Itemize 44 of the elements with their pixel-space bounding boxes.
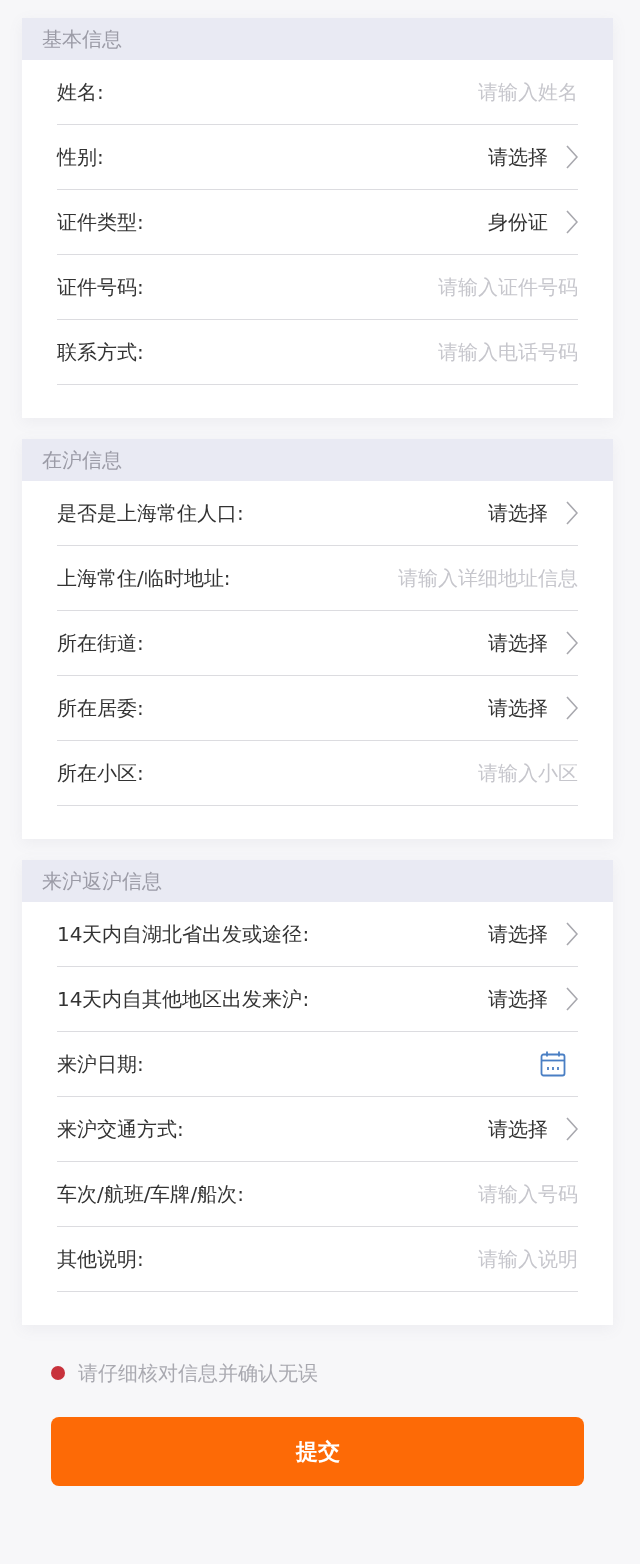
field-label: 联系方式: xyxy=(57,338,144,366)
text-input-field[interactable]: 请输入证件号码 xyxy=(159,275,578,299)
picker-field[interactable]: 请选择 xyxy=(488,985,578,1013)
section-header: 来沪返沪信息 xyxy=(22,860,613,902)
picker-field[interactable]: 请选择 xyxy=(488,143,578,171)
picker-field[interactable]: 请选择 xyxy=(488,920,578,948)
field-label: 证件类型: xyxy=(57,208,144,236)
field-label: 来沪交通方式: xyxy=(57,1115,184,1143)
chevron-right-icon xyxy=(566,631,578,655)
field-label: 所在小区: xyxy=(57,759,144,787)
picker-field[interactable]: 请选择 xyxy=(488,499,578,527)
text-input-field[interactable]: 请输入电话号码 xyxy=(159,340,578,364)
text-input-field[interactable]: 请输入姓名 xyxy=(119,80,578,104)
field-label: 性别: xyxy=(57,143,104,171)
chevron-right-icon xyxy=(566,922,578,946)
picker-field[interactable]: 请选择 xyxy=(488,1115,578,1143)
field-label: 其他说明: xyxy=(57,1245,144,1273)
section-header: 在沪信息 xyxy=(22,439,613,481)
chevron-right-icon xyxy=(566,987,578,1011)
text-input-field[interactable]: 请输入小区 xyxy=(159,761,578,785)
chevron-right-icon xyxy=(566,210,578,234)
field-label: 来沪日期: xyxy=(57,1050,144,1078)
field-label: 车次/航班/车牌/船次: xyxy=(57,1180,244,1208)
field-label: 所在街道: xyxy=(57,629,144,657)
field-label: 14天内自其他地区出发来沪: xyxy=(57,985,310,1013)
field-label: 姓名: xyxy=(57,78,104,106)
picker-field[interactable]: 身份证 xyxy=(488,208,578,236)
field-label: 是否是上海常住人口: xyxy=(57,499,244,527)
text-input-field[interactable]: 请输入号码 xyxy=(259,1182,578,1206)
chevron-right-icon xyxy=(566,1117,578,1141)
chevron-right-icon xyxy=(566,696,578,720)
field-label: 14天内自湖北省出发或途径: xyxy=(57,920,310,948)
section-header: 基本信息 xyxy=(22,18,613,60)
chevron-right-icon xyxy=(566,501,578,525)
notice-text: 请仔细核对信息并确认无误 xyxy=(78,1361,318,1385)
calendar-icon[interactable] xyxy=(540,1051,566,1077)
text-input-field[interactable]: 请输入说明 xyxy=(159,1247,578,1271)
text-input-field[interactable]: 请输入详细地址信息 xyxy=(246,566,578,590)
field-label: 上海常住/临时地址: xyxy=(57,564,231,592)
picker-field[interactable]: 请选择 xyxy=(488,629,578,657)
picker-field[interactable]: 请选择 xyxy=(488,694,578,722)
chevron-right-icon xyxy=(566,145,578,169)
field-label: 证件号码: xyxy=(57,273,144,301)
field-label: 所在居委: xyxy=(57,694,144,722)
